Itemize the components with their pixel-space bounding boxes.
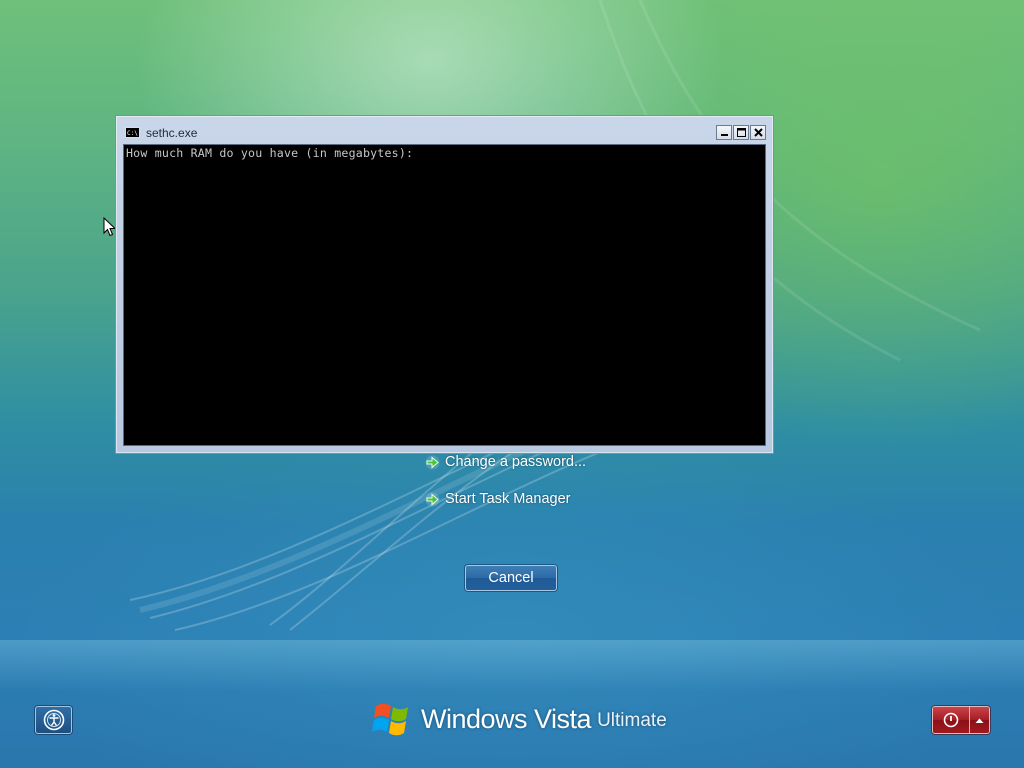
console-prompt-text: How much RAM do you have (in megabytes):	[126, 146, 414, 160]
minimize-button[interactable]	[716, 125, 732, 140]
windows-vista-logo: Windows Vista Ultimate	[372, 698, 667, 740]
console-output[interactable]: How much RAM do you have (in megabytes):	[123, 144, 766, 446]
power-options	[932, 706, 990, 734]
minimize-icon	[720, 134, 728, 136]
ease-of-access-icon	[43, 709, 64, 731]
close-icon	[753, 128, 763, 137]
logo-windows-word: Windows	[421, 703, 528, 734]
start-task-manager-link[interactable]: Start Task Manager	[425, 491, 570, 507]
console-titlebar[interactable]: C:\ sethc.exe	[123, 123, 766, 142]
console-icon: C:\	[125, 127, 140, 138]
shutdown-button[interactable]	[933, 707, 970, 733]
ease-of-access-button[interactable]	[35, 706, 72, 734]
green-arrow-icon	[425, 492, 440, 506]
logo-edition: Ultimate	[597, 710, 667, 731]
chevron-up-icon	[975, 718, 984, 723]
maximize-icon	[736, 128, 746, 137]
power-icon	[943, 712, 959, 728]
cancel-button[interactable]: Cancel	[465, 565, 557, 591]
console-window[interactable]: C:\ sethc.exe How much RAM do you have (…	[115, 115, 774, 454]
window-controls	[716, 125, 766, 140]
logo-vista-word: Vista	[534, 703, 592, 734]
start-task-manager-label: Start Task Manager	[445, 491, 571, 507]
windows-flag-icon	[372, 703, 408, 736]
change-password-label: Change a password...	[445, 454, 587, 470]
green-arrow-icon	[425, 455, 440, 469]
maximize-button[interactable]	[733, 125, 749, 140]
close-button[interactable]	[750, 125, 766, 140]
change-password-link[interactable]: Change a password...	[425, 454, 586, 470]
shutdown-options-button[interactable]	[969, 707, 989, 733]
console-title: sethc.exe	[146, 125, 198, 140]
